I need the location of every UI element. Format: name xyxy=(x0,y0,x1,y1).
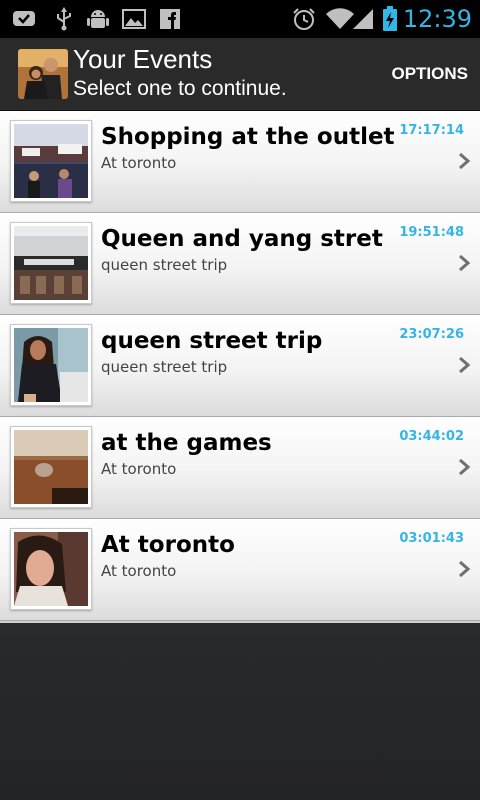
chevron-right-icon xyxy=(459,458,471,476)
event-time: 03:44:02 xyxy=(399,429,464,444)
event-title: Queen and yang stret xyxy=(101,226,383,252)
chevron-right-icon xyxy=(459,356,471,374)
event-time: 19:51:48 xyxy=(399,225,464,240)
page-subtitle: Select one to continue. xyxy=(73,77,287,100)
event-row-shopping-at-the-outlet[interactable]: Shopping at the outlet At toronto 17:17:… xyxy=(0,111,480,213)
event-subtitle: queen street trip xyxy=(101,358,228,376)
event-time: 23:07:26 xyxy=(399,327,464,342)
status-bar: 12:39 xyxy=(0,0,480,38)
event-title: queen street trip xyxy=(101,328,323,354)
event-subtitle: At toronto xyxy=(101,562,177,580)
event-row-at-the-games[interactable]: at the games At toronto 03:44:02 xyxy=(0,417,480,519)
event-row-queen-street-trip[interactable]: queen street trip queen street trip 23:0… xyxy=(0,315,480,417)
facebook-icon xyxy=(158,7,182,31)
event-row-at-toronto[interactable]: At toronto At toronto 03:01:43 xyxy=(0,519,480,621)
battery-charging-icon xyxy=(380,6,400,31)
alarm-icon xyxy=(292,7,316,31)
event-subtitle: At toronto xyxy=(101,154,177,172)
page-title: Your Events xyxy=(73,44,213,74)
event-thumbnail xyxy=(10,222,92,304)
usb-icon xyxy=(52,7,76,31)
chevron-right-icon xyxy=(459,560,471,578)
event-title: at the games xyxy=(101,430,272,456)
clock-time: 12:39 xyxy=(402,5,472,33)
event-subtitle: queen street trip xyxy=(101,256,228,274)
event-time: 03:01:43 xyxy=(399,531,464,546)
action-bar: Your Events Select one to continue. OPTI… xyxy=(0,38,480,111)
android-debug-icon xyxy=(86,7,110,31)
message-icon xyxy=(12,7,36,31)
event-thumbnail xyxy=(10,324,92,406)
chevron-right-icon xyxy=(459,254,471,272)
event-list: Shopping at the outlet At toronto 17:17:… xyxy=(0,111,480,623)
event-title: At toronto xyxy=(101,532,235,558)
event-thumbnail xyxy=(10,426,92,508)
signal-icon xyxy=(351,7,375,31)
chevron-right-icon xyxy=(459,152,471,170)
options-button[interactable]: OPTIONS xyxy=(391,62,468,86)
event-subtitle: At toronto xyxy=(101,460,177,478)
app-avatar[interactable] xyxy=(18,49,68,99)
event-thumbnail xyxy=(10,120,92,202)
picture-icon xyxy=(122,7,146,31)
event-thumbnail xyxy=(10,528,92,610)
event-title: Shopping at the outlet xyxy=(101,124,395,150)
event-row-queen-and-yang-stret[interactable]: Queen and yang stret queen street trip 1… xyxy=(0,213,480,315)
event-time: 17:17:14 xyxy=(399,123,464,138)
